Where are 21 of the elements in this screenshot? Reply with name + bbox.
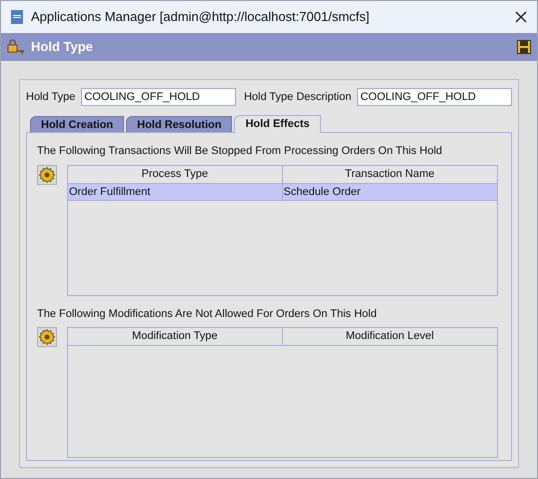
gear-button[interactable] xyxy=(37,327,57,347)
gear-icon xyxy=(39,329,55,345)
section-caption: The Following Transactions Will Be Stopped From Processing Orders On This Hold xyxy=(37,144,444,159)
gear-icon xyxy=(39,166,55,182)
gear-button[interactable] xyxy=(37,164,57,184)
tab[interactable]: Hold Resolution xyxy=(126,116,232,132)
field-label: Hold Type Description xyxy=(244,90,352,105)
text-field[interactable]: COOLING_OFF_HOLD xyxy=(357,88,512,106)
close-icon[interactable] xyxy=(515,11,527,23)
field-label: Hold Type xyxy=(26,90,76,105)
text-field[interactable]: COOLING_OFF_HOLD xyxy=(81,88,236,106)
lock-key-icon xyxy=(7,39,25,55)
table-row[interactable]: Order Fulfillment Schedule Order xyxy=(68,184,497,200)
screen-title: Hold Type xyxy=(31,38,94,56)
tab[interactable]: Hold Creation xyxy=(30,116,124,132)
table-cell: Order Fulfillment xyxy=(68,184,282,200)
window-title: Applications Manager [admin@http://localhost:7001/smcfs] xyxy=(31,8,370,26)
table-cell-text: Schedule Order xyxy=(282,184,362,200)
tab[interactable]: Hold Effects xyxy=(234,115,321,133)
app-icon xyxy=(11,10,23,24)
section-caption: The Following Modifications Are Not Allowed For Orders On This Hold xyxy=(37,306,378,322)
